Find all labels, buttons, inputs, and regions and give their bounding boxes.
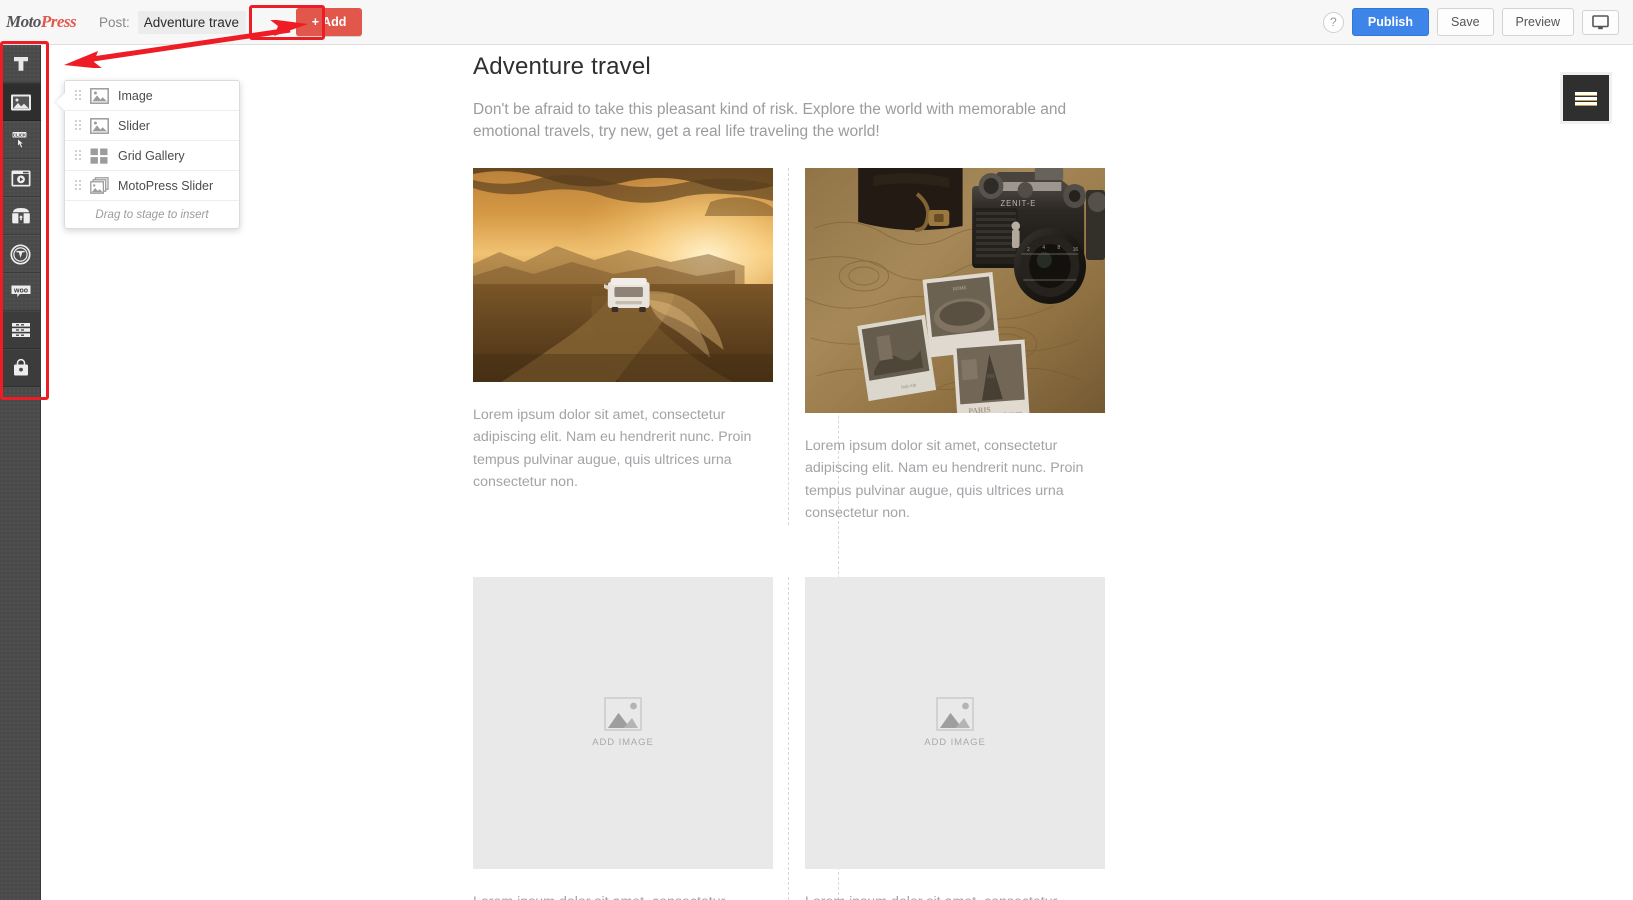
post-label: Post:: [99, 14, 130, 30]
add-button-wrapper: + Add: [295, 8, 363, 36]
svg-text:CLICK: CLICK: [12, 132, 26, 137]
vintage-camera-map-photo[interactable]: ZENIT-E 2 4 8 16 Italy trip ROME PARIS F…: [805, 167, 1105, 413]
logo-press-text: Press: [40, 12, 77, 31]
image-picture-icon: [90, 87, 109, 104]
tools-sidebar: CLICK woo: [0, 45, 41, 900]
page-intro-text: Don't be afraid to take this pleasant ki…: [473, 101, 1067, 141]
popover-item-image[interactable]: Image: [65, 81, 239, 111]
video-player-icon: [11, 170, 30, 186]
shopping-bag-icon: [13, 358, 28, 376]
popover-footer-hint: Drag to stage to insert: [95, 208, 209, 221]
rows-stack-icon: [11, 323, 30, 337]
woo-icon: woo: [10, 284, 31, 300]
hamburger-menu-icon: [1575, 90, 1597, 107]
sidebar-item-shop-tool[interactable]: [0, 349, 41, 387]
grid-squares-icon: [90, 147, 109, 164]
add-button[interactable]: + Add: [295, 8, 363, 36]
sidebar-item-image-tool[interactable]: [0, 83, 41, 121]
block-caption-3: Lorem ipsum dolor sit amet, consectetur …: [473, 891, 773, 900]
add-image-icon: [604, 697, 642, 731]
content-column-left-1: Lorem ipsum dolor sit amet, consectetur …: [473, 167, 789, 525]
page-title: Adventure travel: [473, 53, 651, 80]
sunset-desert-van-photo[interactable]: [473, 167, 773, 382]
post-content: Adventure travel Don't be afraid to take…: [473, 45, 1121, 900]
device-preview-button[interactable]: [1582, 9, 1619, 35]
sidebar-item-widgets-tool[interactable]: [0, 197, 41, 235]
block-caption-4: Lorem ipsum dolor sit amet, consectetur …: [805, 891, 1105, 900]
content-row-2: ADD IMAGE Lorem ipsum dolor sit amet, co…: [473, 576, 1121, 900]
publish-button[interactable]: Publish: [1351, 8, 1430, 36]
sidebar-item-video-tool[interactable]: [0, 159, 41, 197]
motopress-logo[interactable]: Moto Press: [6, 12, 94, 32]
stacked-slides-icon: [90, 177, 109, 194]
text-T-icon: [13, 57, 28, 71]
preview-button[interactable]: Preview: [1501, 8, 1574, 36]
top-toolbar: MotoPress Post: + Add ? Publish Save Pre…: [0, 0, 1633, 45]
row-spacer: [473, 525, 1121, 553]
save-button[interactable]: Save: [1437, 8, 1494, 36]
popover-item-slider[interactable]: Slider: [65, 111, 239, 141]
drag-handle-icon[interactable]: [75, 120, 83, 131]
content-column-left-2: ADD IMAGE Lorem ipsum dolor sit amet, co…: [473, 576, 789, 900]
help-button[interactable]: ?: [1322, 11, 1344, 33]
toolbar-actions: ? Publish Save Preview: [1322, 8, 1619, 36]
image-picture-icon: [90, 117, 109, 134]
image-picture-icon: [10, 94, 31, 110]
add-image-icon: [936, 697, 974, 731]
svg-text:woo: woo: [13, 287, 28, 294]
add-image-placeholder-right[interactable]: ADD IMAGE: [805, 576, 1105, 869]
drag-handle-icon[interactable]: [75, 150, 83, 161]
drag-handle-icon[interactable]: [75, 180, 83, 191]
insert-element-popover: Image Slider Grid Gallery MotoPress Slid…: [64, 80, 240, 229]
wordpress-icon: [10, 243, 31, 265]
sidebar-item-rows-tool[interactable]: [0, 311, 41, 349]
block-caption-2: Lorem ipsum dolor sit amet, consectetur …: [805, 437, 1084, 522]
sidebar-item-woocommerce-tool[interactable]: woo: [0, 273, 41, 311]
add-image-placeholder-left[interactable]: ADD IMAGE: [473, 576, 773, 869]
content-row-1: Lorem ipsum dolor sit amet, consectetur …: [473, 167, 1121, 525]
toolbox-icon: [11, 208, 30, 224]
sidebar-item-text-tool[interactable]: [0, 45, 41, 83]
block-caption-1: Lorem ipsum dolor sit amet, consectetur …: [473, 406, 752, 491]
add-image-label-right: ADD IMAGE: [924, 737, 986, 749]
popover-item-label: MotoPress Slider: [118, 178, 214, 193]
click-cursor-icon: CLICK: [11, 130, 27, 149]
popover-item-motopress-slider[interactable]: MotoPress Slider: [65, 171, 239, 201]
desktop-monitor-icon: [1592, 14, 1609, 29]
content-column-right-1: ZENIT-E 2 4 8 16 Italy trip ROME PARIS F…: [789, 167, 1105, 525]
logo-moto-text: Moto: [6, 12, 41, 31]
editor-stage: Adventure travel Don't be afraid to take…: [41, 45, 1633, 900]
post-title-input[interactable]: [137, 10, 246, 34]
sidebar-item-button-tool[interactable]: CLICK: [0, 121, 41, 159]
add-image-label-left: ADD IMAGE: [592, 737, 654, 749]
popover-item-label: Grid Gallery: [118, 148, 185, 163]
floating-menu-button[interactable]: [1560, 72, 1612, 124]
drag-handle-icon[interactable]: [75, 90, 83, 101]
popover-item-label: Slider: [118, 118, 150, 133]
popover-item-label: Image: [118, 88, 153, 103]
sidebar-item-wordpress-tool[interactable]: [0, 235, 41, 273]
popover-item-grid-gallery[interactable]: Grid Gallery: [65, 141, 239, 171]
content-column-right-2: ADD IMAGE Lorem ipsum dolor sit amet, co…: [789, 576, 1105, 900]
